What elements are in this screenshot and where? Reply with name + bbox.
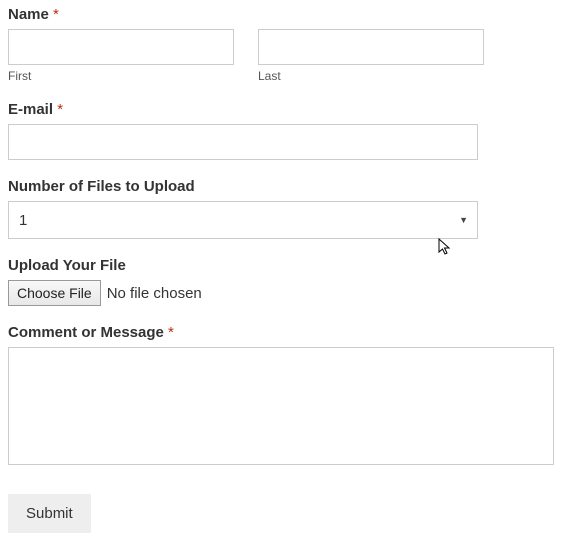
file-count-select-wrap: 1 ▼: [8, 201, 478, 239]
choose-file-button[interactable]: Choose File: [8, 280, 101, 306]
file-status: No file chosen: [107, 285, 202, 302]
name-label: Name *: [8, 6, 554, 23]
comment-field-group: Comment or Message *: [8, 324, 554, 468]
email-field-group: E-mail *: [8, 101, 554, 160]
comment-label-text: Comment or Message: [8, 324, 164, 341]
name-first-col: First: [8, 29, 234, 83]
last-name-input[interactable]: [258, 29, 484, 65]
email-input[interactable]: [8, 124, 478, 160]
name-last-col: Last: [258, 29, 484, 83]
file-count-label-text: Number of Files to Upload: [8, 178, 195, 195]
file-count-label: Number of Files to Upload: [8, 178, 554, 195]
comment-textarea[interactable]: [8, 347, 554, 465]
first-name-input[interactable]: [8, 29, 234, 65]
file-row: Choose File No file chosen: [8, 280, 554, 306]
name-field-group: Name * First Last: [8, 6, 554, 83]
required-marker: *: [53, 6, 59, 23]
upload-label-text: Upload Your File: [8, 257, 126, 274]
upload-label: Upload Your File: [8, 257, 554, 274]
cursor-icon: [438, 238, 452, 256]
name-label-text: Name: [8, 6, 49, 23]
first-name-sublabel: First: [8, 69, 234, 83]
name-row: First Last: [8, 29, 554, 83]
required-marker: *: [168, 324, 174, 341]
submit-button[interactable]: Submit: [8, 494, 91, 533]
file-count-field-group: Number of Files to Upload 1 ▼: [8, 178, 554, 239]
file-count-select[interactable]: 1: [8, 201, 478, 239]
upload-field-group: Upload Your File Choose File No file cho…: [8, 257, 554, 306]
email-label-text: E-mail: [8, 101, 53, 118]
comment-label: Comment or Message *: [8, 324, 554, 341]
email-label: E-mail *: [8, 101, 554, 118]
last-name-sublabel: Last: [258, 69, 484, 83]
required-marker: *: [57, 101, 63, 118]
